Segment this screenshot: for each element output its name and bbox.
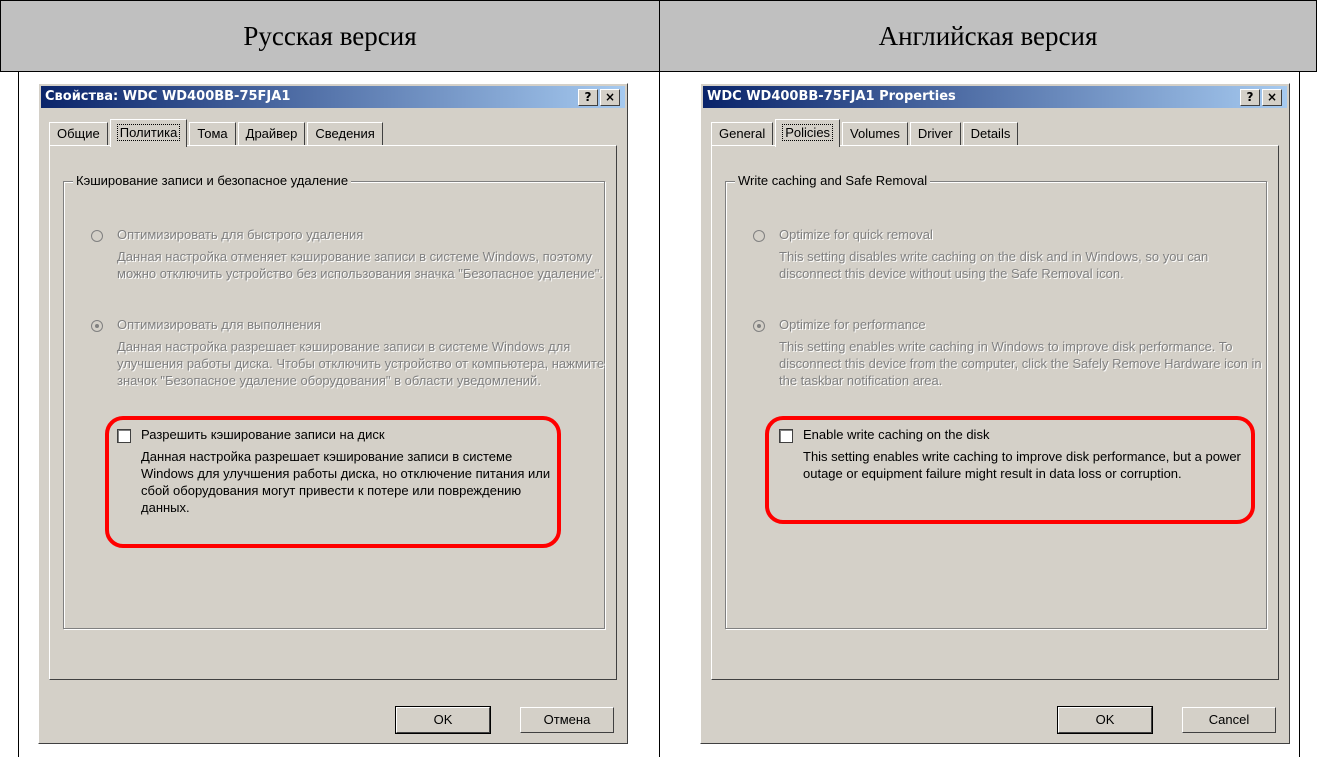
radio-performance-label: Optimize for performance xyxy=(779,317,926,332)
tab-strip: General Policies Volumes Driver Details xyxy=(711,118,1020,147)
tab-label: Политика xyxy=(116,124,181,141)
ok-button[interactable]: OK xyxy=(395,706,491,734)
cancel-button[interactable]: Отмена xyxy=(520,707,614,733)
tab-strip: Общие Политика Тома Драйвер Сведения xyxy=(49,118,385,147)
tab-driver[interactable]: Драйвер xyxy=(237,122,306,146)
tab-policies[interactable]: Политика xyxy=(109,119,188,147)
table-border xyxy=(1299,72,1300,757)
title-bar[interactable]: Свойства: WDC WD400BB-75FJA1 ? × xyxy=(41,86,625,108)
tab-details[interactable]: Details xyxy=(962,122,1019,146)
radio-performance-label: Оптимизировать для выполнения xyxy=(117,317,321,332)
red-highlight xyxy=(105,416,561,548)
help-button[interactable]: ? xyxy=(578,89,598,106)
tab-general[interactable]: Общие xyxy=(49,122,108,146)
tab-general[interactable]: General xyxy=(711,122,774,146)
radio-quick-removal[interactable] xyxy=(753,230,765,242)
tab-volumes[interactable]: Тома xyxy=(189,122,236,146)
group-title: Write caching and Safe Removal xyxy=(735,173,931,188)
tab-label: Policies xyxy=(782,124,834,141)
tab-details[interactable]: Сведения xyxy=(307,122,383,146)
header-english: Английская версия xyxy=(659,0,1317,72)
radio-performance-desc: Данная настройка разрешает кэширование з… xyxy=(117,339,605,388)
help-button[interactable]: ? xyxy=(1240,89,1260,106)
radio-quick-removal[interactable] xyxy=(91,230,103,242)
header-russian: Русская версия xyxy=(0,0,660,72)
radio-performance[interactable] xyxy=(91,320,103,332)
tab-volumes[interactable]: Volumes xyxy=(842,122,908,146)
dialog-title: Свойства: WDC WD400BB-75FJA1 xyxy=(45,89,291,104)
radio-quick-removal-desc: Данная настройка отменяет кэширование за… xyxy=(117,249,603,281)
cancel-button[interactable]: Cancel xyxy=(1182,707,1276,733)
radio-quick-removal-label: Optimize for quick removal xyxy=(779,227,933,242)
close-button[interactable]: × xyxy=(1262,89,1282,106)
radio-quick-removal-desc: This setting disables write caching on t… xyxy=(779,249,1209,281)
red-highlight xyxy=(765,416,1255,524)
properties-dialog-ru: Свойства: WDC WD400BB-75FJA1 ? × Общие П… xyxy=(38,83,628,744)
group-title: Кэширование записи и безопасное удаление xyxy=(73,173,352,188)
radio-quick-removal-label: Оптимизировать для быстрого удаления xyxy=(117,227,364,242)
properties-dialog-en: WDC WD400BB-75FJA1 Properties ? × Genera… xyxy=(700,83,1290,744)
close-button[interactable]: × xyxy=(600,89,620,106)
table-divider xyxy=(659,72,660,757)
tab-policies[interactable]: Policies xyxy=(775,119,841,147)
radio-performance[interactable] xyxy=(753,320,765,332)
table-border xyxy=(18,72,19,757)
title-bar[interactable]: WDC WD400BB-75FJA1 Properties ? × xyxy=(703,86,1287,108)
radio-performance-desc: This setting enables write caching in Wi… xyxy=(779,339,1262,388)
tab-driver[interactable]: Driver xyxy=(909,122,961,146)
ok-button[interactable]: OK xyxy=(1057,706,1153,734)
dialog-title: WDC WD400BB-75FJA1 Properties xyxy=(707,89,956,104)
